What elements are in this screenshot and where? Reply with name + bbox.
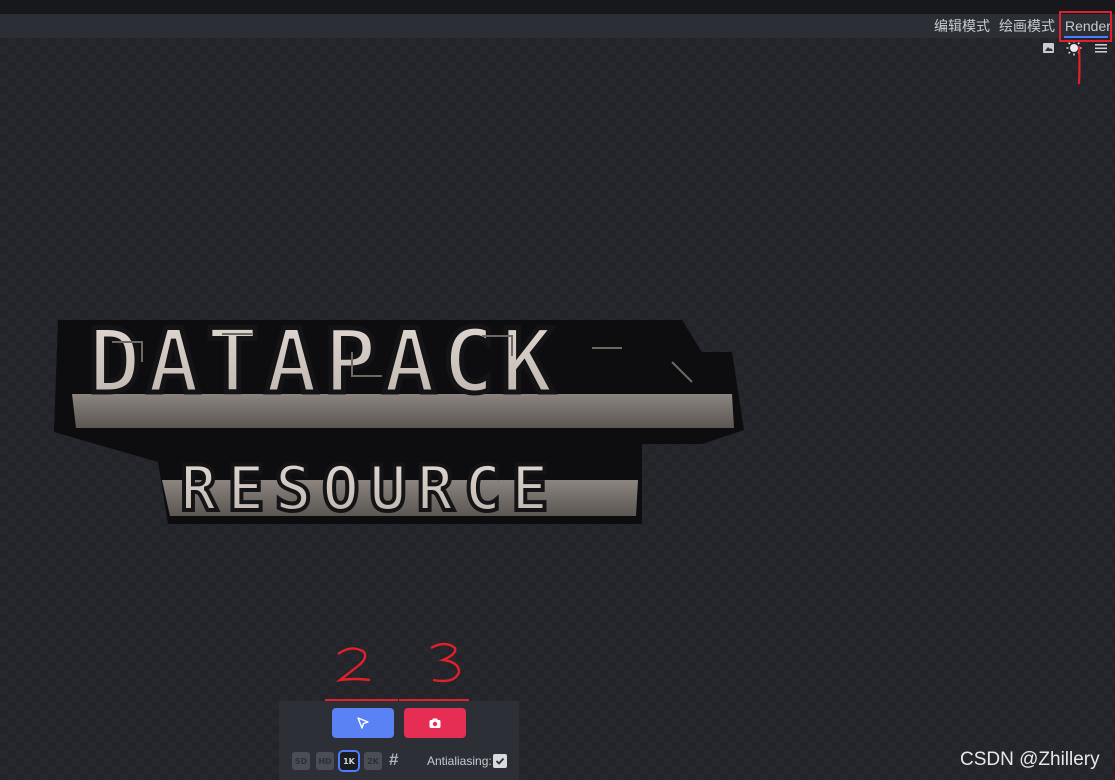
annotation-marker-2 (335, 647, 371, 682)
checkmark-icon (495, 757, 505, 765)
render-toolbar (279, 701, 519, 780)
antialiasing-checkbox[interactable] (493, 754, 507, 768)
window-titlebar (0, 0, 1115, 14)
image-icon[interactable] (1041, 40, 1057, 56)
tab-edit-mode[interactable]: 编辑模式 (934, 16, 990, 36)
camera-icon (429, 718, 441, 728)
resolution-1k-button[interactable]: 1K (340, 752, 358, 770)
logo-line2: RESOURCE (180, 452, 559, 525)
resolution-2k-button[interactable]: 2K (364, 752, 382, 770)
antialiasing-label: Antialiasing: (427, 754, 492, 768)
preview-render-button[interactable] (332, 708, 394, 738)
annotation-marker-3 (430, 642, 461, 683)
resolution-hd-button[interactable]: HD (316, 752, 334, 770)
tab-paint-mode[interactable]: 绘画模式 (999, 16, 1055, 36)
annotation-marker-1 (1077, 45, 1081, 85)
logo-line1: DATAPACK (88, 312, 560, 413)
resolution-sd-button[interactable]: SD (292, 752, 310, 770)
cursor-icon (357, 717, 369, 729)
annotation-box-render (1059, 11, 1112, 42)
watermark: CSDN @Zhillery (960, 749, 1100, 770)
custom-resolution-button[interactable]: # (389, 750, 398, 770)
datapack-resource-logo: DATAPACK RESOURCE (54, 312, 744, 527)
screenshot-button[interactable] (404, 708, 466, 738)
menu-icon[interactable] (1093, 40, 1109, 56)
